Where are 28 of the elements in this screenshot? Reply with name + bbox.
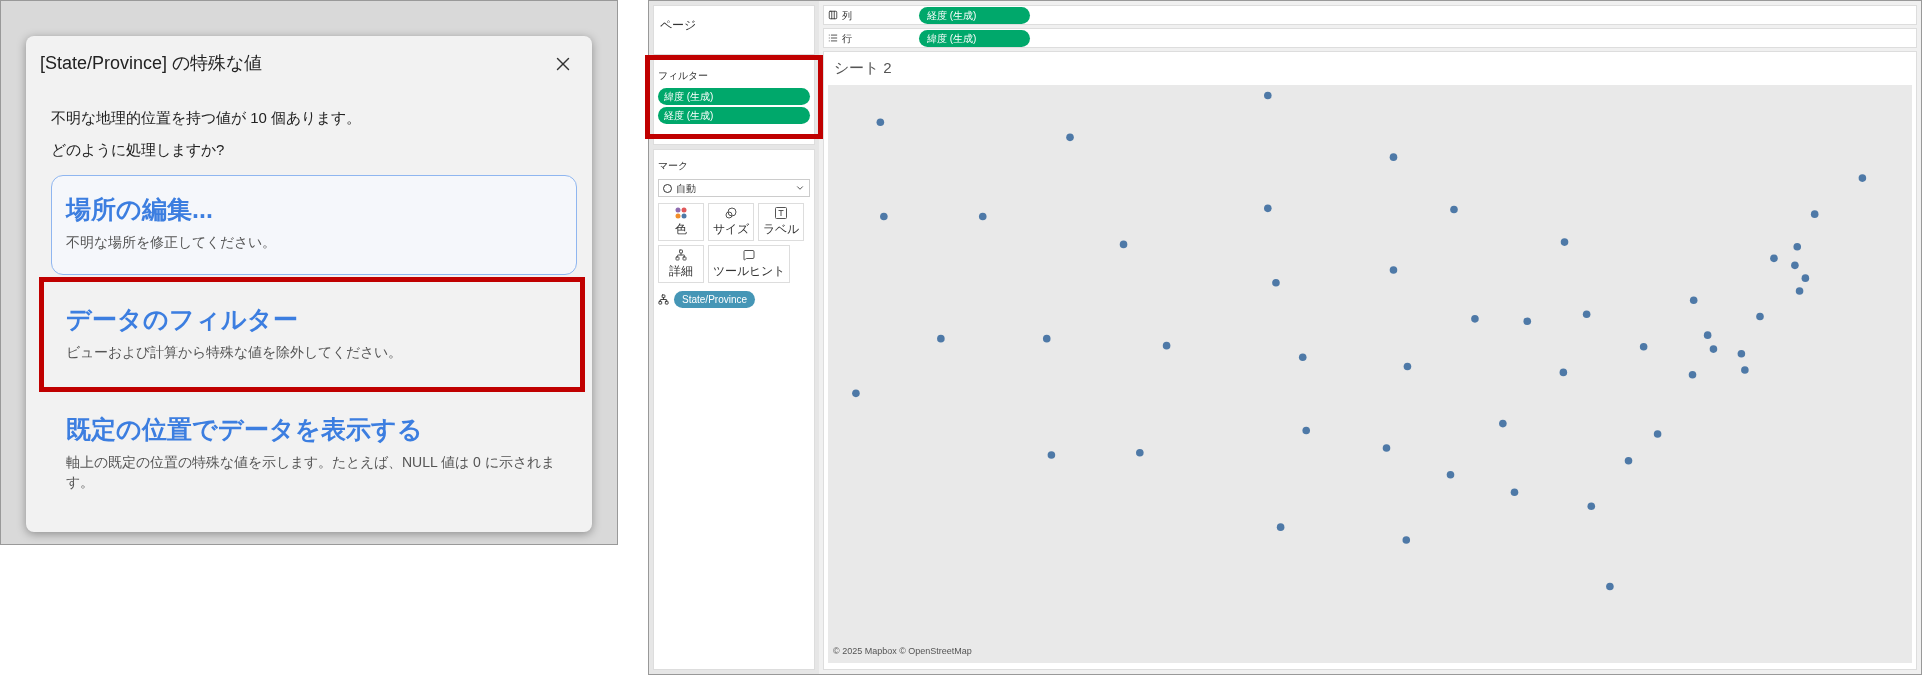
mark-card-button[interactable]: 色: [658, 203, 704, 241]
pages-label: ページ: [660, 18, 696, 32]
dialog-message: どのように処理しますか?: [51, 139, 226, 160]
caret-icon: [795, 183, 805, 193]
option-button[interactable]: データのフィルター ビューおよび計算から特殊な値を除外してください。: [51, 285, 577, 385]
sheet-title: シート 2: [833, 58, 893, 78]
dialog-message: 不明な地理的位置を持つ値が 10 個あります。: [51, 108, 363, 128]
mark-card-button[interactable]: ラベル: [758, 203, 804, 241]
size-icon: [725, 207, 737, 219]
mark-card-button[interactable]: ツールヒント: [708, 245, 790, 283]
columns-icon: [828, 10, 838, 20]
shelf-label: 行: [842, 31, 852, 46]
option-button[interactable]: 場所の編集... 不明な場所を修正してください。: [51, 175, 577, 275]
hierarchy-icon: [675, 249, 687, 261]
option-button[interactable]: 既定の位置でデータを表示する 軸上の既定の位置の特殊な値を示します。たとえば、NULL 値は 0 に示されます。: [51, 395, 577, 511]
text-label-icon: [775, 207, 787, 219]
speech-bubble-icon: [743, 249, 755, 261]
filters-label: フィルター: [658, 69, 709, 83]
hierarchy-icon: [658, 294, 669, 305]
list-icon: [828, 33, 838, 43]
mark-card-button[interactable]: サイズ: [708, 203, 754, 241]
mark-card-button[interactable]: 詳細: [658, 245, 704, 283]
marks-label: マーク: [658, 159, 689, 173]
map-attribution: © 2025 Mapbox © OpenStreetMap: [833, 644, 973, 658]
dialog-title: [State/Province] の特殊な値: [40, 52, 263, 75]
mark-type-dropdown[interactable]: 自動: [658, 179, 810, 197]
color-dots-icon: [675, 207, 687, 219]
shelf-label: 列: [842, 8, 852, 23]
